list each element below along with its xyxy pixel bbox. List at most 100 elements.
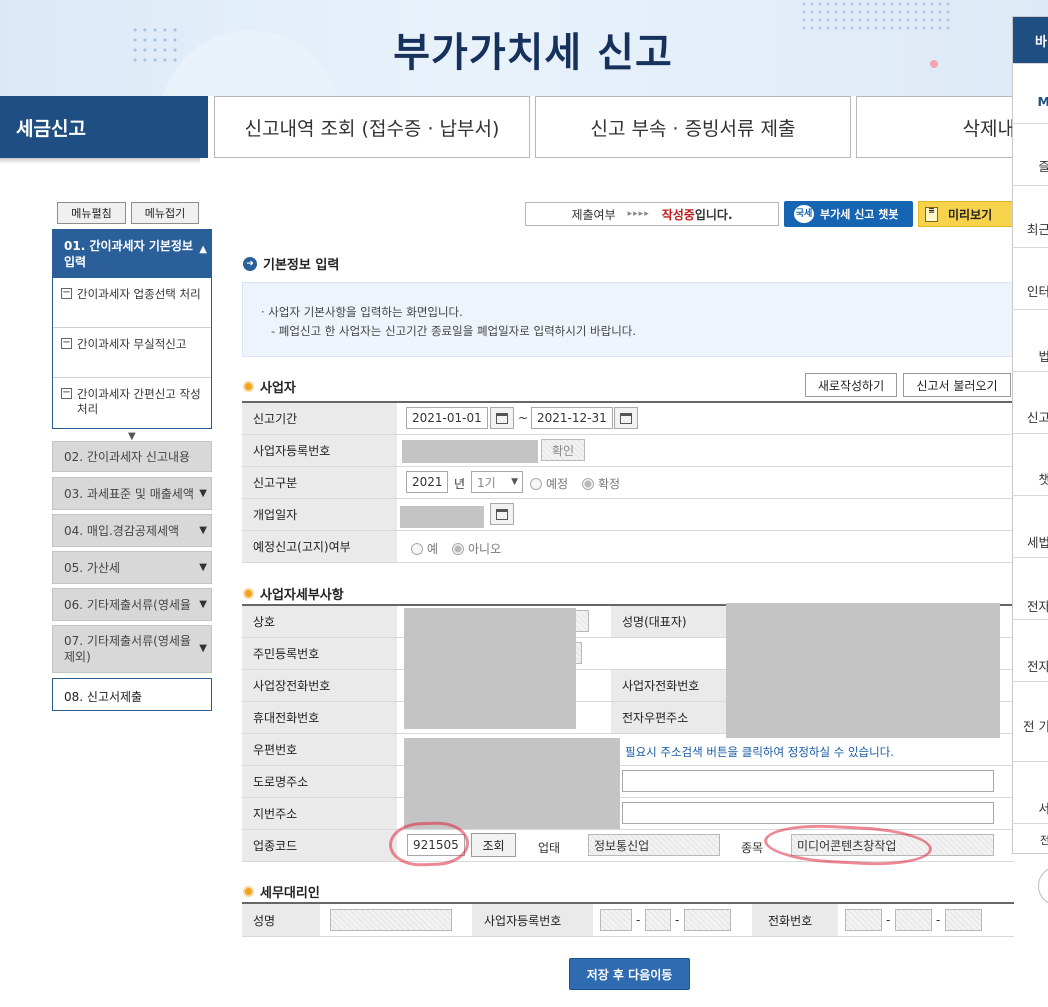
sidebar-item-label: 02. 간이과세자 신고내용 [64, 449, 191, 464]
sidebar-item-label: 03. 과세표준 및 매출세액 [64, 486, 194, 501]
quick-menu-title: 바 [1013, 17, 1048, 63]
mobile-label: 휴대전화번호 [242, 702, 397, 733]
rep-name-label: 성명(대표자) [611, 606, 726, 637]
term-select[interactable]: 1기 ▼ [471, 471, 523, 493]
quick-menu-item[interactable]: 최근 [1012, 185, 1048, 247]
sidebar-item-03[interactable]: 03. 과세표준 및 매출세액 ▼ [52, 477, 212, 510]
arrow-right-circle-icon: ➜ [243, 256, 257, 271]
road-addr-label: 도로명주소 [242, 766, 397, 797]
radio-yes[interactable]: 예 [411, 540, 438, 557]
owner-phone-label: 사업자전화번호 [611, 670, 726, 701]
agent-phone-label: 전화번호 [752, 904, 838, 936]
sidebar-item-02[interactable]: 02. 간이과세자 신고내용 [52, 441, 212, 472]
biz-phone-label: 사업장전화번호 [242, 670, 397, 701]
sidebar-item-07[interactable]: 07. 기타제출서류(영세율 제외) ▼ [52, 625, 212, 673]
chevron-up-icon: ▲ [199, 244, 207, 255]
sidebar-item-label: 07. 기타제출서류(영세율 제외) [64, 634, 191, 664]
redacted-block [404, 608, 576, 729]
radio-scheduled[interactable]: 예정 [530, 475, 568, 492]
radio-label: 확정 [598, 477, 621, 491]
submit-status: 제출여부 ▸▸▸▸ 작성중입니다. [525, 202, 779, 226]
industry-code-label: 업종코드 [242, 830, 397, 861]
load-form-button[interactable]: 신고서 불러오기 [903, 373, 1011, 397]
sidebar-item-basic-info[interactable]: 01. 간이과세자 기본정보 입력 ▲ [53, 230, 211, 278]
sidebar-item-label: 04. 매입.경감공제세액 [64, 523, 180, 538]
arrows-icon: ▸▸▸▸ [627, 209, 650, 219]
year-unit: 년 [454, 477, 466, 491]
radio-label: 아니오 [468, 542, 502, 556]
quick-menu-item[interactable]: 전 기 [1012, 681, 1048, 761]
section-title: 사업자세부사항 [260, 588, 344, 603]
sidebar-subitem-industry-select[interactable]: − 간이과세자 업종선택 처리 [53, 278, 211, 328]
zip-label: 우편번호 [242, 734, 397, 765]
reg-no-label: 사업자등록번호 [242, 435, 397, 466]
radio-label: 예정 [546, 477, 569, 491]
agent-phone-input-2 [895, 909, 932, 931]
preview-button[interactable]: ≡ 미리보기 [918, 201, 1013, 227]
scroll-top-button[interactable] [1038, 866, 1048, 906]
section-details: 사업자세부사항 [243, 584, 344, 603]
quick-menu-item[interactable]: 신고 [1012, 371, 1048, 433]
new-form-button[interactable]: 새로작성하기 [805, 373, 897, 397]
section-basic-info: ➜ 기본정보 입력 [243, 254, 339, 273]
radio-icon [582, 478, 594, 490]
chatbot-button[interactable]: 국세 부가세 신고 챗봇 [784, 201, 913, 227]
menu-collapse-button[interactable]: 메뉴접기 [131, 202, 199, 224]
agent-phone-input-3 [945, 909, 982, 931]
period-separator: ~ [518, 411, 529, 425]
term-value: 1기 [477, 475, 496, 490]
sidebar-item-05[interactable]: 05. 가산세 ▼ [52, 551, 212, 584]
trade-name-label: 상호 [242, 606, 397, 637]
zip-note: 필요시 주소검색 버튼을 클릭하여 정정하실 수 있습니다. [625, 745, 894, 759]
chatbot-icon: 국세 [794, 205, 814, 223]
tab-delete[interactable]: 삭제내 [856, 96, 1016, 158]
agent-name-label: 성명 [242, 904, 320, 936]
period-to-input[interactable]: 2021-12-31 [531, 407, 613, 429]
period-from-input[interactable]: 2021-01-01 [406, 407, 488, 429]
calendar-icon[interactable] [614, 407, 638, 429]
tab-filing-history[interactable]: 신고내역 조회 (접수증 · 납부서) [214, 96, 530, 158]
quick-menu-item[interactable]: 세법 [1012, 495, 1048, 557]
year-input[interactable]: 2021 [406, 471, 448, 493]
lookup-button[interactable]: 조회 [471, 833, 516, 857]
quick-menu-item[interactable]: 법 [1012, 309, 1048, 371]
sidebar-item-06[interactable]: 06. 기타제출서류(영세율 ▼ [52, 588, 212, 621]
quick-menu-item[interactable]: 서 [1012, 761, 1048, 823]
road-addr-input[interactable] [622, 770, 994, 792]
menu-expand-button[interactable]: 메뉴펼침 [57, 202, 126, 224]
sidebar-subitem-simple-filing[interactable]: − 간이과세자 간편신고 작성 처리 [53, 378, 211, 428]
bullet-icon [243, 588, 254, 599]
bullet-icon [243, 381, 254, 392]
sidebar-subitem-no-activity[interactable]: − 간이과세자 무실적신고 [53, 328, 211, 378]
sidebar-item-label: 01. 간이과세자 기본정보 입력 [64, 239, 193, 269]
lot-addr-label: 지번주소 [242, 798, 397, 829]
quick-menu-item[interactable]: 챗 [1012, 433, 1048, 495]
confirm-button[interactable]: 확인 [541, 439, 585, 461]
calendar-icon[interactable] [490, 407, 514, 429]
section-title: 사업자 [260, 381, 296, 396]
quick-menu-item[interactable]: 즐 [1012, 123, 1048, 185]
radio-no[interactable]: 아니오 [452, 540, 501, 557]
business-type-label: 업태 [538, 841, 561, 855]
quick-menu-item[interactable]: M [1012, 63, 1048, 123]
sidebar-item-04[interactable]: 04. 매입.경감공제세액 ▼ [52, 514, 212, 547]
chevron-down-icon: ▼ [511, 477, 518, 487]
chevron-down-icon: ▼ [199, 643, 207, 654]
calendar-icon[interactable] [490, 503, 514, 525]
sidebar-item-08[interactable]: 08. 신고서제출 [52, 678, 212, 711]
quick-menu-item[interactable]: 전 [1012, 823, 1048, 853]
tab-attachments-submit[interactable]: 신고 부속 · 증빙서류 제출 [535, 96, 851, 158]
report-type-label: 신고구분 [242, 467, 397, 498]
dash: - [886, 913, 891, 927]
dash: - [936, 913, 941, 927]
quick-menu-item[interactable]: 전자 [1012, 557, 1048, 619]
quick-menu-item[interactable]: 인터 [1012, 247, 1048, 309]
minus-box-icon: − [61, 387, 72, 399]
save-next-button[interactable]: 저장 후 다음이동 [569, 958, 690, 990]
minus-box-icon: − [61, 337, 72, 349]
agent-reg-no-label: 사업자등록번호 [472, 904, 593, 936]
quick-menu-item[interactable]: 전자 [1012, 619, 1048, 681]
radio-final[interactable]: 확정 [582, 475, 620, 492]
lot-addr-input[interactable] [622, 802, 994, 824]
tab-tax-filing[interactable]: 세금신고 [0, 96, 208, 164]
